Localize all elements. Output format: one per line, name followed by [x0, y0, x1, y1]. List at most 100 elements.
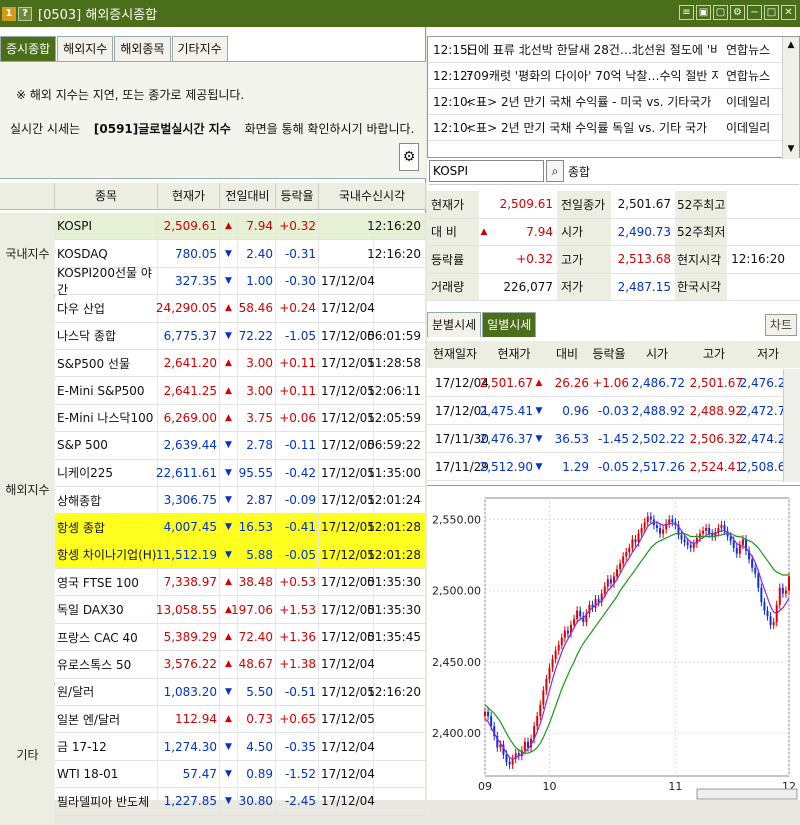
table-row[interactable]: S&P500 선물 2,641.20 ▲ 3.00 +0.11 17/12/05 11:28… [0, 349, 426, 378]
news-item[interactable]: 12:10: <표> 2년 만기 국채 수익률 독일 vs. 기타 국가 이데일리 [428, 115, 799, 141]
quote-label: 대 비 [427, 218, 479, 245]
quote-value: 7.94 [526, 224, 553, 239]
tab-market-summary[interactable]: 증시종합 [0, 36, 57, 61]
header-name[interactable]: 종목 [55, 183, 158, 209]
row-time: 06:01:59 [367, 322, 426, 349]
daily-high: 2,488.92 [689, 403, 743, 418]
help-icon[interactable]: ? [18, 6, 32, 21]
table-row[interactable]: 금 17-12 1,274.30 ▼ 4.50 -0.35 17/12/04 [0, 733, 426, 761]
news-item[interactable]: 12:10: <표> 2년 만기 국채 수익률 - 미국 vs. 기타국가 이데일리 [428, 89, 799, 115]
table-row[interactable]: KOSPI200선물 야간 327.35 ▼ 1.00 -0.30 17/12/04 [0, 266, 426, 297]
tab-other-index[interactable]: 기타지수 [171, 36, 228, 61]
daily-row[interactable]: 17/11/29 2,512.90 ▼ 1.29 -0.05 2,517.26 2,524.… [427, 453, 800, 481]
tab-minute-quotes[interactable]: 분별시세 [427, 312, 482, 337]
link-icon[interactable]: ≡ [679, 5, 694, 20]
row-name: 일본 엔/달러 [55, 706, 158, 733]
table-row[interactable]: 상해종합 3,306.75 ▼ 2.87 -0.09 17/12/05 12:01:24 [0, 486, 426, 515]
row-time: 01:35:30 [367, 596, 426, 623]
header-time[interactable]: 국내수신시각 [319, 183, 426, 209]
settings-icon[interactable]: ⚙ [730, 5, 745, 20]
row-price: 2,639.44 [158, 432, 220, 459]
row-date: 17/12/04 [319, 788, 375, 815]
candle-body [763, 602, 766, 611]
realtime-screen-link[interactable]: [0591]글로벌실시간 지수 [94, 122, 231, 136]
candle-body [751, 559, 754, 568]
candle-body [554, 650, 557, 660]
minimize-icon[interactable]: − [747, 5, 762, 20]
quote-row: 등락률 +0.32 고가 2,513.68 현지시각 12:16:20 [427, 246, 800, 274]
table-row[interactable]: 독일 DAX30 13,058.55 ▲ 197.06 +1.53 17/12/05 01:… [0, 596, 426, 624]
table-row[interactable]: E-Mini 나스닥100 6,269.00 ▲ 3.75 +0.06 17/12/05 1… [0, 404, 426, 433]
scroll-up-icon[interactable]: ▲ [783, 37, 799, 53]
y-tick-label: 2,550.00 [432, 513, 481, 526]
screen-number-icon[interactable]: 1 [2, 6, 16, 21]
close-icon[interactable]: ✕ [781, 5, 796, 20]
candle-body [757, 573, 760, 588]
table-row[interactable]: 일본 엔/달러 112.94 ▲ 0.73 +0.65 17/12/05 [0, 706, 426, 734]
symbol-input[interactable] [429, 160, 544, 182]
chart-scrollbar [696, 788, 798, 800]
row-name: 필라델피아 반도체 [55, 788, 158, 815]
candle-body [732, 540, 735, 548]
copy-icon[interactable]: ▢ [713, 5, 728, 20]
search-icon[interactable]: ⌕ [546, 160, 564, 182]
row-change: 1.00 [238, 267, 276, 295]
table-row[interactable]: 프랑스 CAC 40 5,389.29 ▲ 72.40 +1.36 17/12/05 01:… [0, 623, 426, 652]
row-date: 17/12/05 [319, 432, 375, 459]
daily-row[interactable]: 17/12/04 2,501.67 ▲ 26.26 +1.06 2,486.72 2,501… [427, 369, 800, 397]
row-date: 17/12/04 [319, 651, 375, 678]
candle-body [603, 586, 606, 594]
table-row[interactable]: S&P 500 2,639.44 ▼ 2.78 -0.11 17/12/05 06:59:2… [0, 432, 426, 460]
row-change: 197.06 [231, 596, 276, 623]
scroll-down-icon[interactable]: ▼ [783, 141, 799, 157]
candle-body [619, 563, 622, 570]
price-chart-svg: 2,400.002,450.002,500.002,550.0009 10 11 12 [432, 497, 798, 800]
row-name: E-Mini S&P500 [55, 377, 158, 404]
header-price[interactable]: 현재가 [158, 183, 220, 209]
table-row[interactable]: 유로스톡스 50 3,576.22 ▲ 48.67 +1.38 17/12/04 [0, 651, 426, 679]
table-row[interactable]: 필라델피아 반도체 1,227.85 ▼ 30.80 -2.45 17/12/04 [0, 788, 426, 816]
gear-icon[interactable]: ⚙ [399, 143, 419, 171]
news-source: 연합뉴스 [726, 69, 771, 83]
header-rate[interactable]: 등락율 [276, 183, 319, 209]
table-row[interactable]: KOSPI 2,509.61 ▲ 7.94 +0.32 12:16:20 [0, 213, 426, 241]
header-change[interactable]: 전일대비 [220, 183, 276, 209]
table-row[interactable]: 다우 산업 24,290.05 ▲ 58.46 +0.24 17/12/04 [0, 295, 426, 323]
news-item[interactable]: 12:15: 日에 표류 北선박 한달새 28건…北선원 절도에 '비난 연합뉴스 [428, 37, 799, 63]
save-icon[interactable]: ▣ [696, 5, 711, 20]
row-rate: -0.51 [276, 678, 319, 706]
tab-overseas-index[interactable]: 해외지수 [57, 36, 114, 61]
tab-overseas-stocks[interactable]: 해외종목 [114, 36, 171, 61]
daily-change: 36.53 [554, 431, 589, 446]
table-row[interactable]: 항셍 차이나기업(H) 11,512.19 ▼ 5.88 -0.05 17/12/05 12… [0, 541, 426, 570]
down-arrow-icon: ▼ [220, 514, 238, 541]
quote-arrow: ▲ [480, 226, 488, 237]
maximize-icon[interactable]: □ [764, 5, 779, 20]
table-row[interactable]: 항셍 종합 4,007.45 ▼ 16.53 -0.41 17/12/05 12:01:28 [0, 514, 426, 542]
row-date: 17/12/05 [319, 404, 375, 432]
row-rate: +1.38 [276, 651, 319, 678]
down-arrow-icon: ▼ [220, 267, 238, 295]
row-date: 17/12/04 [319, 295, 375, 322]
table-row[interactable]: WTI 18-01 57.47 ▼ 0.89 -1.52 17/12/04 [0, 760, 426, 789]
daily-row[interactable]: 17/11/30 2,476.37 ▼ 36.53 -1.45 2,502.22 2,506… [427, 425, 800, 453]
daily-row[interactable]: 17/12/01 2,475.41 ▼ 0.96 -0.03 2,488.92 2,488.… [427, 397, 800, 425]
news-title: <표> 2년 만기 국채 수익률 독일 vs. 기타 국가 [466, 121, 708, 135]
chart-button[interactable]: 차트 [764, 314, 797, 336]
table-row[interactable]: 원/달러 1,083.20 ▼ 5.50 -0.51 17/12/05 12:16:20 [0, 678, 426, 707]
table-row[interactable]: 나스닥 종합 6,775.37 ▼ 72.22 -1.05 17/12/05 06:01:5… [0, 322, 426, 350]
row-date: 17/12/05 [319, 377, 375, 404]
row-date: 17/12/05 [319, 541, 375, 569]
table-row[interactable]: E-Mini S&P500 2,641.25 ▲ 3.00 +0.11 17/12/05 1… [0, 377, 426, 405]
candle-body [579, 610, 582, 617]
tab-daily-quotes[interactable]: 일별시세 [482, 312, 537, 337]
row-name: 프랑스 CAC 40 [55, 623, 158, 651]
row-change: 7.94 [238, 213, 276, 240]
table-row[interactable]: 영국 FTSE 100 7,338.97 ▲ 38.48 +0.53 17/12/05 01… [0, 569, 426, 597]
row-price: 3,306.75 [158, 486, 220, 514]
notice-text-2: 화면을 통해 확인하시기 바랍니다. [244, 122, 415, 136]
news-item[interactable]: 12:12: 709캐럿 '평화의 다이아' 70억 낙찰…수익 절반 지역사 연합… [428, 63, 799, 89]
news-scrollbar[interactable]: ▲ ▼ [782, 37, 799, 159]
daily-scrollbar[interactable] [783, 369, 800, 482]
table-row[interactable]: 니케이225 22,611.61 ▼ 95.55 -0.42 17/12/05 11:35:… [0, 459, 426, 487]
